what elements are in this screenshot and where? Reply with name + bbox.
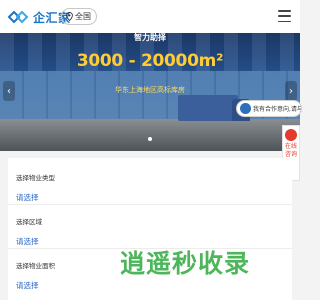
carousel-prev-icon[interactable]: ‹ xyxy=(3,81,15,101)
region-label: 选择区域 xyxy=(16,218,42,226)
truck-image xyxy=(178,95,238,121)
property-type-label: 选择物业类型 xyxy=(16,174,55,182)
hero-banner[interactable]: 智力助择 3000 - 20000m² 华东上海地区高标库房 ‹ › xyxy=(0,33,300,151)
logo-icon xyxy=(8,10,29,24)
menu-icon[interactable] xyxy=(278,10,291,22)
online-consult-label: 在线咨询 xyxy=(284,143,297,158)
banner-subtitle: 华东上海地区高标库房 xyxy=(115,86,185,94)
property-type-select[interactable]: 请选择 xyxy=(16,192,55,203)
carousel-next-icon[interactable]: › xyxy=(285,81,297,101)
banner-area-range: 3000 - 20000m² xyxy=(76,51,224,71)
region-field[interactable]: 选择区域 请选择 xyxy=(16,216,42,247)
carousel-dot[interactable] xyxy=(148,137,152,141)
area-label: 选择物业面积 xyxy=(16,262,55,270)
top-header: 企汇家 全国 xyxy=(0,0,300,33)
property-type-field[interactable]: 选择物业类型 请选择 xyxy=(16,172,55,203)
banner-image-floor xyxy=(0,119,300,151)
location-pin-icon xyxy=(66,12,73,21)
city-label: 全国 xyxy=(75,12,91,21)
area-field[interactable]: 选择物业面积 请选择 xyxy=(16,260,55,291)
city-selector[interactable]: 全国 xyxy=(61,8,97,25)
agent-avatar xyxy=(240,103,251,114)
area-select[interactable]: 请选择 xyxy=(16,280,55,291)
chat-icon xyxy=(285,129,297,141)
consult-chip[interactable]: 我有合作意向,请与我联系 xyxy=(236,100,302,117)
banner-title: 智力助择 xyxy=(134,33,166,42)
region-select[interactable]: 请选择 xyxy=(16,236,42,247)
watermark-text: 逍遥秒收录 xyxy=(120,249,251,278)
divider xyxy=(8,204,292,205)
consult-chip-text: 我有合作意向,请与我联系 xyxy=(253,106,302,113)
